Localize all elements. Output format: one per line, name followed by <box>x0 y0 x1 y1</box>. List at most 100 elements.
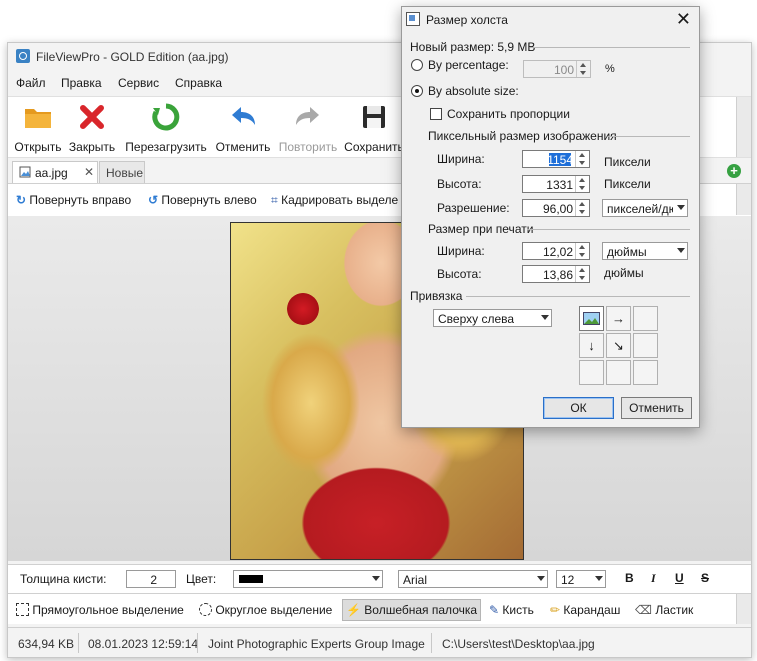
chevron-down-icon <box>372 576 380 581</box>
tab-aa-jpg[interactable]: aa.jpg ✕ <box>12 161 98 183</box>
resolution-unit-value: пикселей/дюйм <box>607 202 673 216</box>
print-width-unit-select[interactable]: дюймы <box>602 242 688 260</box>
print-width-value: 12,02 <box>542 245 573 259</box>
open-button[interactable]: Открыть <box>12 99 64 155</box>
photo-flower <box>287 293 319 325</box>
anchor-bottom-right[interactable] <box>633 360 658 385</box>
anchor-grid: → ↓ ↘ <box>579 306 659 386</box>
italic-button[interactable]: I <box>651 571 656 586</box>
font-size-select[interactable]: 12 <box>556 570 606 588</box>
rect-select-icon <box>16 603 29 616</box>
pencil-icon: ✏ <box>550 603 561 617</box>
status-path: C:\Users\test\Desktop\aa.jpg <box>442 637 595 651</box>
add-tab-icon[interactable]: + <box>727 164 741 178</box>
menu-edit[interactable]: Правка <box>61 76 102 90</box>
chevron-down-icon <box>541 315 549 320</box>
close-icon[interactable]: ✕ <box>676 10 691 28</box>
rect-select-label: Прямоугольное выделение <box>32 603 184 617</box>
toolbar-scroll[interactable] <box>736 97 751 157</box>
anchor-bottom-center[interactable] <box>606 360 631 385</box>
menu-service[interactable]: Сервис <box>118 76 159 90</box>
anchor-center[interactable]: ↘ <box>606 333 631 358</box>
status-bar: 634,94 KB 08.01.2023 12:59:14 Joint Phot… <box>8 627 751 657</box>
divider <box>530 47 690 48</box>
height-input[interactable]: 1331 <box>522 175 590 193</box>
ok-button[interactable]: ОК <box>543 397 614 419</box>
underline-button[interactable]: U <box>675 571 684 585</box>
pencil-tool-button[interactable]: ✏ Карандаш <box>550 603 620 617</box>
pixel-section-title: Пиксельный размер изображения <box>428 129 617 143</box>
brush-tool-button[interactable]: ✎ Кисть <box>489 603 534 617</box>
width-unit: Пиксели <box>604 155 651 169</box>
print-height-input[interactable]: 13,86 <box>522 265 590 283</box>
height-value: 1331 <box>546 178 573 192</box>
magic-wand-button[interactable]: ⚡ Волшебная палочка <box>342 599 482 621</box>
pencil-tool-label: Карандаш <box>563 603 621 617</box>
width-value: 1154 <box>547 153 573 167</box>
redo-button[interactable]: Повторить <box>276 99 340 155</box>
resolution-input[interactable]: 96,00 <box>522 199 590 217</box>
cancel-button[interactable]: Отменить <box>621 397 692 419</box>
print-width-input[interactable]: 12,02 <box>522 242 590 260</box>
round-select-label: Округлое выделение <box>215 603 333 617</box>
save-label: Сохранить <box>344 140 404 154</box>
arrow-down-icon: ↓ <box>588 338 595 353</box>
print-section-title: Размер при печати <box>428 222 534 236</box>
anchor-bottom-left[interactable] <box>579 360 604 385</box>
spinner-icon[interactable] <box>575 243 589 259</box>
rotate-right-button[interactable]: ↻ Повернуть вправо <box>16 193 131 207</box>
spinner-icon[interactable] <box>575 200 589 216</box>
anchor-middle-right[interactable] <box>633 333 658 358</box>
font-select[interactable]: Arial <box>398 570 548 588</box>
width-input[interactable]: 1154 <box>522 150 590 168</box>
by-percentage-radio[interactable] <box>411 59 423 71</box>
anchor-top-left[interactable] <box>579 306 604 331</box>
spinner-icon[interactable] <box>575 266 589 282</box>
keep-proportions-label: Сохранить пропорции <box>447 107 570 121</box>
anchor-select[interactable]: Сверху слева <box>433 309 552 327</box>
height-label: Высота: <box>437 177 482 191</box>
anchor-top-center[interactable]: → <box>606 306 631 331</box>
save-button[interactable]: Сохранить <box>342 99 406 155</box>
by-absolute-radio[interactable] <box>411 85 423 97</box>
selection-bar-scroll[interactable] <box>736 594 751 624</box>
brush-thickness-input[interactable]: 2 <box>126 570 176 588</box>
canvas-size-dialog: Размер холста ✕ Новый размер: 5,9 MB By … <box>401 6 700 428</box>
undo-button[interactable]: Отменить <box>212 99 274 155</box>
anchor-middle-left[interactable]: ↓ <box>579 333 604 358</box>
arrow-right-icon: → <box>612 311 625 326</box>
rotate-left-button[interactable]: ↺ Повернуть влево <box>148 193 257 207</box>
percentage-value: 100 <box>553 63 574 77</box>
magic-wand-icon: ⚡ <box>346 603 361 617</box>
spinner-icon[interactable] <box>575 151 589 167</box>
menu-help[interactable]: Справка <box>175 76 222 90</box>
menu-file[interactable]: Файл <box>16 76 46 90</box>
rect-select-button[interactable]: Прямоугольное выделение <box>16 603 184 617</box>
reload-button[interactable]: Перезагрузить <box>122 99 210 155</box>
tab-new[interactable]: Новые <box>99 161 145 183</box>
tab-label: aa.jpg <box>35 166 68 180</box>
color-select[interactable] <box>233 570 383 588</box>
spinner-icon[interactable] <box>576 61 590 77</box>
close-button[interactable]: Закрыть <box>66 99 118 155</box>
rotate-right-label: Повернуть вправо <box>29 193 132 207</box>
anchor-section-title: Привязка <box>410 289 463 303</box>
crop-button[interactable]: ⌗ Кадрировать выделе <box>271 193 398 208</box>
resolution-value: 96,00 <box>542 202 573 216</box>
keep-proportions-checkbox[interactable] <box>430 108 442 120</box>
rotate-left-label: Повернуть влево <box>161 193 257 207</box>
spinner-icon[interactable] <box>575 176 589 192</box>
percentage-input[interactable]: 100 <box>523 60 591 78</box>
divider <box>527 229 690 230</box>
resolution-unit-select[interactable]: пикселей/дюйм <box>602 199 688 217</box>
tab-close-icon[interactable]: ✕ <box>84 165 94 179</box>
selection-toolbar: Прямоугольное выделение Округлое выделен… <box>8 593 751 624</box>
anchor-top-right[interactable] <box>633 306 658 331</box>
strike-button[interactable]: S <box>701 571 709 585</box>
chevron-down-icon <box>677 248 685 253</box>
action-bar-scroll[interactable] <box>736 184 751 215</box>
open-label: Открыть <box>14 140 62 154</box>
bold-button[interactable]: B <box>625 571 634 585</box>
eraser-tool-button[interactable]: ⌫ Ластик <box>635 603 693 617</box>
round-select-button[interactable]: Округлое выделение <box>199 603 332 617</box>
